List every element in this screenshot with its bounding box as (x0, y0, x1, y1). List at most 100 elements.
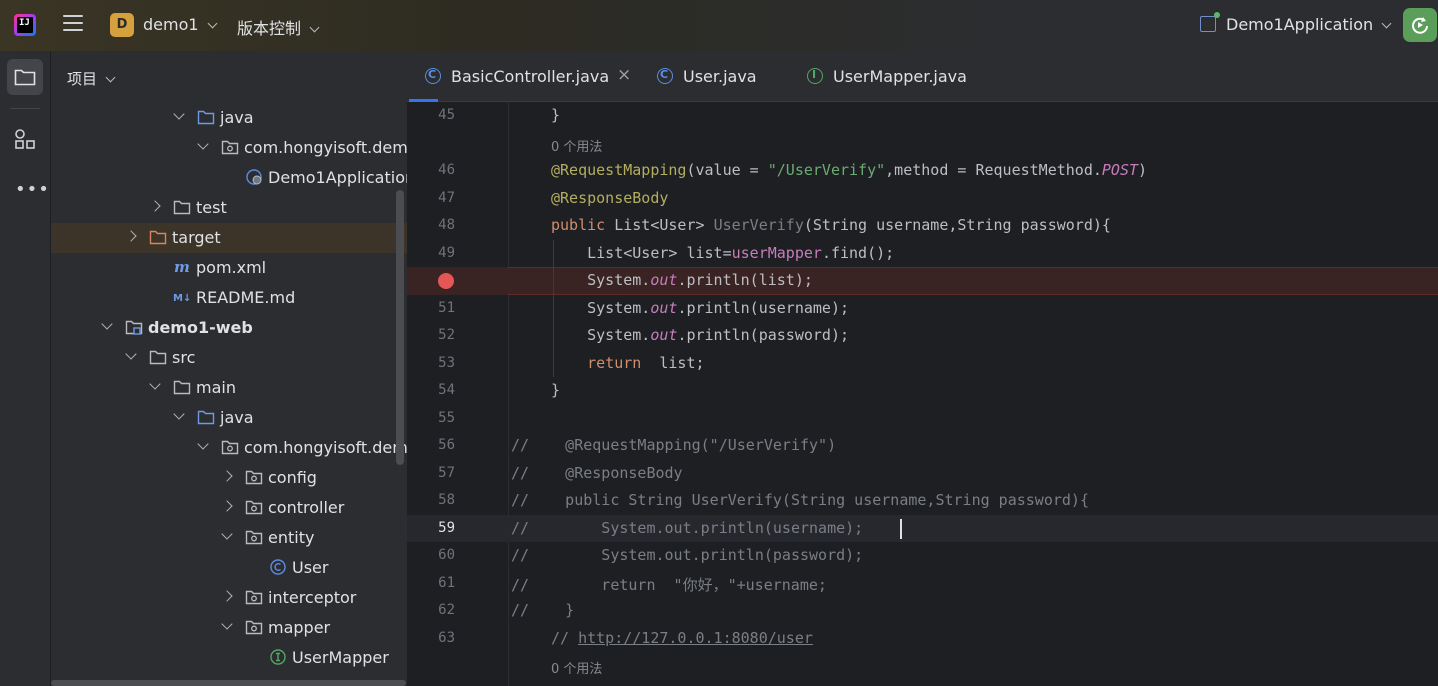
usage-hint[interactable]: 0 个用法 (551, 136, 602, 155)
chevron-right-icon[interactable] (221, 590, 233, 602)
chevron-right-icon[interactable] (221, 500, 233, 512)
tree-item[interactable]: demo1-web (51, 313, 407, 343)
folder-icon (14, 69, 36, 86)
tree-item[interactable]: mapper (51, 613, 407, 643)
run-config-icon (1200, 12, 1220, 32)
project-scrollbar-horizontal[interactable] (51, 680, 406, 686)
title-bar: IJ D demo1 版本控制 Demo1Application (0, 0, 1438, 51)
chevron-right-icon[interactable] (149, 200, 161, 212)
structure-tool-button[interactable] (13, 128, 39, 154)
code-token: // return "你好，"+username; (511, 575, 827, 594)
tree-item[interactable]: interceptor (51, 583, 407, 613)
run-config-selector[interactable]: Demo1Application (1226, 15, 1392, 34)
chevron-down-icon[interactable] (197, 438, 209, 450)
line-number: 58 (438, 492, 455, 508)
project-scrollbar-vertical[interactable] (396, 190, 404, 465)
package-icon (245, 469, 263, 485)
tree-item[interactable]: config (51, 463, 407, 493)
tree-item[interactable]: Demo1Application (51, 163, 407, 193)
line-number: 53 (438, 354, 455, 371)
chevron-down-icon (1381, 18, 1392, 29)
tree-item[interactable]: UserMapper (51, 643, 407, 673)
line-number: 48 (438, 217, 455, 233)
line-number: 55 (438, 409, 455, 426)
code-text: @RequestMapping(value = "/UserVerify",me… (551, 161, 1147, 179)
code-token: // System.out.println(username); (511, 518, 864, 537)
chevron-down-icon[interactable] (173, 408, 185, 420)
svg-text:M↓: M↓ (173, 293, 191, 304)
tree-item[interactable]: main (51, 373, 407, 403)
vcs-menu[interactable]: 版本控制 (237, 15, 320, 39)
project-selector[interactable]: demo1 (143, 15, 218, 34)
code-token: // @RequestMapping("/UserVerify") (511, 436, 837, 454)
source-folder-icon (197, 109, 215, 125)
chevron-right-icon[interactable] (125, 230, 137, 242)
rerun-button[interactable] (1403, 8, 1437, 42)
line-number: 61 (438, 574, 455, 591)
logo-text: IJ (19, 18, 30, 28)
code-token: .find(); (821, 243, 895, 262)
chevron-down-icon[interactable] (221, 618, 233, 630)
chevron-down-icon[interactable] (173, 108, 185, 120)
code-token: out (650, 326, 678, 344)
project-view-selector[interactable]: 项目 (67, 68, 116, 89)
chevron-down-icon[interactable] (149, 378, 161, 390)
tree-item[interactable]: com.hongyisoft.demo1 (51, 133, 407, 163)
code-text: // public String UserVerify(String usern… (511, 491, 1089, 509)
code-editor[interactable]: 45} 0 个用法 46 @RequestMapping(value = "/User… (407, 102, 1438, 686)
code-token[interactable]: http://127.0.0.1:8080/user (578, 629, 813, 647)
code-token: // public String UserVerify(String usern… (511, 491, 1089, 509)
chevron-right-icon[interactable] (221, 470, 233, 482)
code-line: 61 // return "你好，"+username; (407, 570, 1438, 598)
main-menu-icon[interactable] (63, 15, 83, 33)
code-text: // @RequestMapping("/UserVerify") (511, 436, 836, 454)
code-line: 62 // } (407, 597, 1438, 625)
tree-item-label: README.md (196, 288, 296, 307)
folder-icon (173, 379, 191, 395)
code-token: (String username,String password){ (803, 216, 1111, 234)
tree-item[interactable]: target (51, 223, 407, 253)
tree-item[interactable]: controller (51, 493, 407, 523)
indent-guide (553, 239, 554, 377)
line-number: 60 (438, 547, 455, 563)
code-token: (value = (686, 161, 768, 179)
chevron-down-icon[interactable] (101, 318, 113, 330)
tree-item[interactable]: src (51, 343, 407, 373)
usage-hint[interactable]: 0 个用法 (551, 658, 602, 677)
excluded-folder-icon (149, 229, 167, 245)
tree-item[interactable]: M↓ README.md (51, 283, 407, 313)
vcs-label: 版本控制 (237, 19, 302, 38)
close-tab-icon[interactable]: × (617, 65, 631, 85)
tree-item[interactable]: java (51, 103, 407, 133)
tree-item[interactable]: test (51, 193, 407, 223)
chevron-down-icon[interactable] (125, 348, 137, 360)
tree-item[interactable]: com.hongyisoft.demo1 (51, 433, 407, 463)
tab-label: User.java (683, 67, 757, 86)
more-tools-icon[interactable]: ••• (15, 179, 50, 200)
project-badge[interactable]: D (110, 13, 134, 37)
code-token: List<User> (614, 216, 714, 234)
tree-item[interactable]: m pom.xml (51, 253, 407, 283)
code-text: List<User> list=userMapper.find(); (551, 244, 894, 262)
line-number: 62 (438, 602, 455, 618)
project-panel: 项目 java com.hongyisoft.demo1 Demo1Applicat… (51, 51, 407, 686)
tree-item-label: entity (268, 528, 315, 547)
tree-item-label: com.hongyisoft.demo1 (244, 138, 407, 157)
tree-item[interactable]: entity (51, 523, 407, 553)
chevron-down-icon[interactable] (197, 138, 209, 150)
intellij-logo-icon[interactable]: IJ (14, 14, 36, 36)
code-text: @ResponseBody (551, 189, 668, 207)
tree-item-label: demo1-web (148, 318, 253, 337)
project-tool-button[interactable] (7, 59, 43, 95)
tree-item[interactable]: User (51, 553, 407, 583)
tree-item[interactable]: java (51, 403, 407, 433)
chevron-down-icon[interactable] (221, 528, 233, 540)
breakpoint-icon[interactable] (438, 273, 454, 289)
line-number: 54 (438, 382, 455, 398)
tree-item-label: src (172, 348, 196, 367)
class-icon (269, 559, 287, 575)
class-icon: C (425, 68, 441, 84)
line-number: 57 (438, 464, 455, 481)
line-number: 49 (438, 244, 455, 261)
code-text: // System.out.println(username); (511, 519, 863, 537)
